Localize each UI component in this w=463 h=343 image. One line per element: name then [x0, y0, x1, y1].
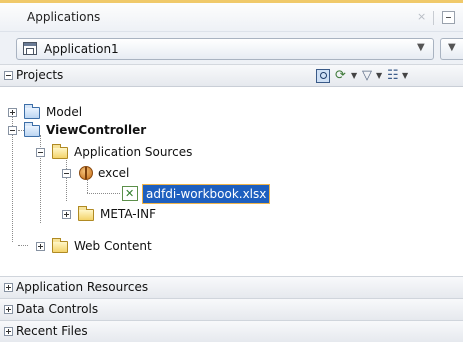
folder-icon — [78, 206, 94, 221]
expand-icon[interactable] — [36, 242, 45, 251]
collapse-icon[interactable] — [62, 169, 71, 178]
chevron-down-icon[interactable]: ▼ — [351, 68, 357, 84]
sync-icon[interactable]: ⟳ — [335, 68, 351, 84]
expand-icon[interactable] — [4, 305, 13, 314]
folder-icon — [52, 144, 68, 159]
tree-item-label: Model — [46, 105, 83, 119]
expand-icon[interactable] — [8, 108, 17, 117]
tree-options-icon[interactable]: ☷ — [387, 68, 401, 84]
folder-icon — [24, 104, 40, 119]
panel-title: Applications — [27, 10, 101, 24]
tree-item-web-content[interactable]: Web Content — [0, 237, 220, 255]
tree-item-application-sources[interactable]: Application Sources — [0, 143, 260, 161]
tree-item-label: adfdi-workbook.xlsx — [141, 184, 271, 204]
tree-item-meta-inf[interactable]: META-INF — [0, 205, 200, 223]
tree-item-workbook[interactable]: adfdi-workbook.xlsx — [0, 184, 300, 204]
collapse-icon[interactable] — [36, 148, 45, 157]
tree-item-model[interactable]: Model — [0, 103, 120, 121]
section-data-controls[interactable]: Data Controls — [0, 298, 463, 320]
folder-icon — [52, 238, 68, 253]
package-icon — [79, 166, 93, 180]
section-application-resources[interactable]: Application Resources — [0, 276, 463, 298]
collapse-icon[interactable] — [4, 71, 13, 80]
minimize-icon[interactable] — [442, 11, 455, 24]
tree-item-label: Web Content — [74, 239, 152, 253]
filter-icon[interactable]: ▽ — [362, 68, 375, 84]
section-label: Recent Files — [16, 324, 88, 338]
section-recent-files[interactable]: Recent Files — [0, 320, 463, 342]
projects-label: Projects — [16, 68, 64, 82]
collapse-icon[interactable] — [8, 126, 17, 135]
expand-icon[interactable] — [4, 327, 13, 336]
application-menu-button[interactable]: ▼ — [440, 38, 463, 60]
section-label: Application Resources — [16, 280, 149, 294]
chevron-down-icon[interactable]: ▼ — [402, 68, 408, 84]
panel-title-bar: Applications × — [0, 0, 463, 32]
tree-item-label: ViewController — [46, 123, 147, 137]
tree-item-label: excel — [98, 166, 130, 180]
application-dropdown[interactable]: Application1 ▼ — [16, 38, 434, 60]
tree-item-excel[interactable]: excel — [0, 164, 200, 182]
title-separator — [433, 11, 434, 25]
tree-item-label: META-INF — [100, 207, 157, 221]
section-label: Data Controls — [16, 302, 99, 316]
chevron-down-icon: ▼ — [417, 42, 425, 53]
application-dropdown-value: Application1 — [44, 42, 119, 56]
applications-panel: Applications × Application1 ▼ ▼ Projects… — [0, 0, 463, 343]
chevron-down-icon: ▼ — [448, 42, 456, 53]
tree-item-label: Application Sources — [74, 145, 193, 159]
folder-icon — [24, 122, 40, 137]
expand-icon[interactable] — [4, 283, 13, 292]
application-icon — [23, 42, 37, 55]
tree-item-viewcontroller[interactable]: ViewController — [0, 121, 200, 139]
excel-file-icon — [122, 186, 138, 201]
project-tree: Model ViewController Application Sources… — [0, 87, 463, 275]
chevron-down-icon[interactable]: ▼ — [376, 68, 382, 84]
projects-header[interactable]: Projects ⟳ ▼ ▽ ▼ ☷ ▼ — [0, 64, 463, 87]
close-icon[interactable]: × — [417, 10, 426, 23]
expand-icon[interactable] — [62, 210, 71, 219]
filter-view-icon[interactable] — [316, 69, 330, 83]
